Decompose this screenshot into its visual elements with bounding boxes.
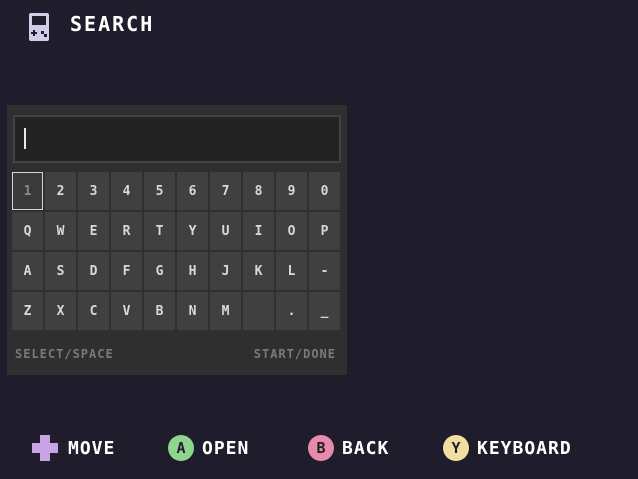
- key[interactable]: _: [309, 292, 340, 330]
- key[interactable]: J: [210, 252, 241, 290]
- b-button-icon: B: [308, 435, 334, 461]
- controls-footer: MOVE A OPEN B BACK Y KEYBOARD: [0, 431, 638, 465]
- y-button-icon: Y: [443, 435, 469, 461]
- key[interactable]: U: [210, 212, 241, 250]
- key[interactable]: D: [78, 252, 109, 290]
- key[interactable]: T: [144, 212, 175, 250]
- key[interactable]: [243, 292, 274, 330]
- key[interactable]: 6: [177, 172, 208, 210]
- key[interactable]: S: [45, 252, 76, 290]
- key[interactable]: Q: [12, 212, 43, 250]
- key[interactable]: 3: [78, 172, 109, 210]
- key[interactable]: V: [111, 292, 142, 330]
- key[interactable]: F: [111, 252, 142, 290]
- key[interactable]: A: [12, 252, 43, 290]
- key[interactable]: 7: [210, 172, 241, 210]
- key[interactable]: Z: [12, 292, 43, 330]
- search-screen: SEARCH 1234567890QWERTYUIOPASDFGHJKL-ZXC…: [0, 0, 638, 479]
- key[interactable]: .: [276, 292, 307, 330]
- gameboy-icon: [29, 13, 49, 41]
- key[interactable]: O: [276, 212, 307, 250]
- key[interactable]: N: [177, 292, 208, 330]
- key[interactable]: 9: [276, 172, 307, 210]
- keyboard-panel: 1234567890 QWERTYUIOP ASDFGHJKL- ZXCVBNM . _…: [7, 105, 347, 375]
- keyboard-label: KEYBOARD: [477, 437, 572, 459]
- page-title: SEARCH: [70, 12, 155, 36]
- key[interactable]: W: [45, 212, 76, 250]
- control-keyboard: Y KEYBOARD: [443, 431, 572, 465]
- control-move: MOVE: [30, 431, 115, 465]
- key[interactable]: E: [78, 212, 109, 250]
- key[interactable]: 8: [243, 172, 274, 210]
- key[interactable]: M: [210, 292, 241, 330]
- key-grid: 1234567890 QWERTYUIOP ASDFGHJKL- ZXCVBNM . _: [12, 172, 340, 330]
- key[interactable]: X: [45, 292, 76, 330]
- key[interactable]: L: [276, 252, 307, 290]
- hint-start-done: START/DONE: [253, 347, 336, 361]
- search-input[interactable]: [13, 115, 341, 163]
- open-label: OPEN: [202, 437, 250, 459]
- move-label: MOVE: [68, 437, 116, 459]
- key[interactable]: P: [309, 212, 340, 250]
- header: SEARCH: [28, 12, 154, 42]
- key[interactable]: C: [78, 292, 109, 330]
- dpad-icon: [32, 435, 58, 461]
- control-open: A OPEN: [168, 431, 249, 465]
- back-label: BACK: [342, 437, 390, 459]
- key[interactable]: K: [243, 252, 274, 290]
- key[interactable]: 4: [111, 172, 142, 210]
- key[interactable]: -: [309, 252, 340, 290]
- key[interactable]: B: [144, 292, 175, 330]
- control-back: B BACK: [308, 431, 389, 465]
- key[interactable]: I: [243, 212, 274, 250]
- key[interactable]: H: [177, 252, 208, 290]
- key[interactable]: 5: [144, 172, 175, 210]
- key[interactable]: R: [111, 212, 142, 250]
- a-button-icon: A: [168, 435, 194, 461]
- key[interactable]: 2: [45, 172, 76, 210]
- key[interactable]: Y: [177, 212, 208, 250]
- key[interactable]: 0: [309, 172, 340, 210]
- text-caret: [24, 128, 26, 149]
- key[interactable]: G: [144, 252, 175, 290]
- key[interactable]: 1: [12, 172, 43, 210]
- hint-select-space: SELECT/SPACE: [15, 347, 114, 361]
